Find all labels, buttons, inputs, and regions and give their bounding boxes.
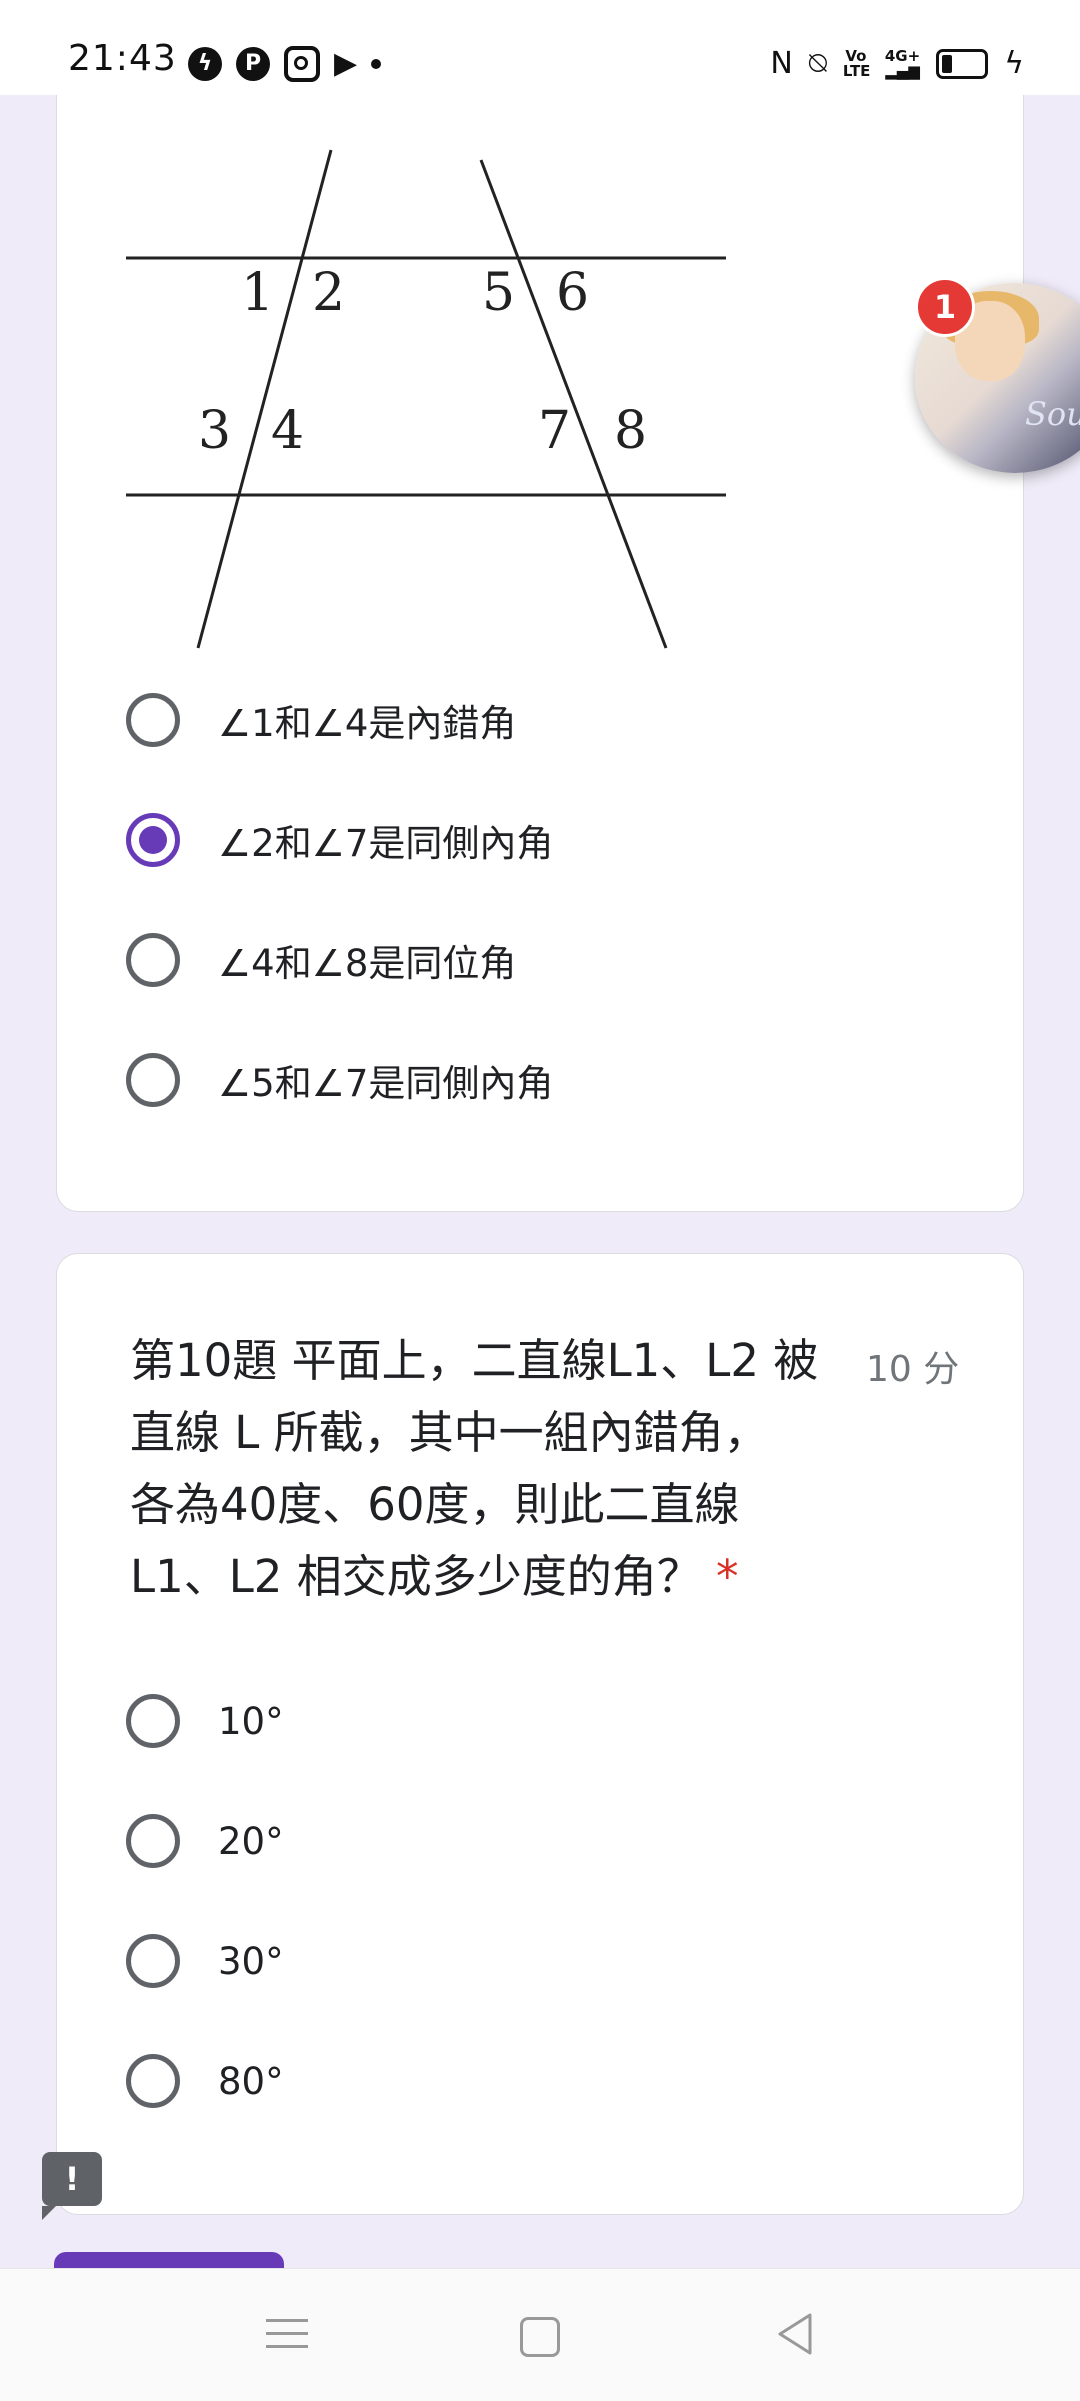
status-bar: 21:43 ϟ P ▶ N ⍉ Vo LTE 4G+ ▂▄▆ ϟ [0,0,1080,95]
avatar-image-text: Sou [1025,395,1080,433]
question-title-line-last: L1、L2 相交成多少度的角？ * [130,1550,739,1603]
angle-label-6: 6 [556,263,589,323]
angle-label-8: 8 [614,401,647,461]
question-title: 第10題 平面上，二直線L1、L2 被 直線 L 所截，其中一組內錯角， 各為4… [130,1325,830,1613]
radio-button[interactable] [126,693,180,747]
angle-label-3: 3 [198,401,231,461]
q9-option-4[interactable]: ∠5和∠7是同側內角 [126,1045,553,1115]
pinterest-icon: P [236,47,270,81]
option-label: ∠5和∠7是同側內角 [218,1062,554,1105]
radio-button[interactable] [126,1934,180,1988]
angle-label-5: 5 [482,263,515,323]
messenger-icon: ϟ [188,47,222,81]
system-icons: N ⍉ Vo LTE 4G+ ▂▄▆ ϟ [770,44,1024,84]
q10-option-1[interactable]: 10° [126,1686,284,1756]
radio-button[interactable] [126,1694,180,1748]
question-title-line: 直線 L 所截，其中一組內錯角， [130,1406,769,1459]
option-label: 80° [218,2059,284,2103]
option-label: 30° [218,1939,284,1983]
angle-label-4: 4 [271,401,304,461]
nfc-icon: N [770,46,793,81]
notification-icons: ϟ P ▶ [188,44,382,84]
option-label: 10° [218,1699,284,1743]
q10-option-4[interactable]: 80° [126,2046,284,2116]
radio-button[interactable] [126,933,180,987]
angle-label-1: 1 [241,263,274,323]
radio-button[interactable] [126,2054,180,2108]
battery-charging-icon [936,49,989,79]
question-title-line: 各為40度、60度，則此二直線 [130,1478,740,1531]
option-label: ∠2和∠7是同側內角 [218,822,554,865]
charging-bolt-icon: ϟ [1004,46,1024,81]
option-label: ∠4和∠8是同位角 [218,942,517,985]
navigation-bar [0,2268,1080,2401]
option-label: 20° [218,1819,284,1863]
notification-badge: 1 [915,277,975,337]
radio-button[interactable] [126,1814,180,1868]
volte-icon: Vo LTE [842,47,871,80]
question-title-line: 第10題 平面上，二直線L1、L2 被 [130,1334,819,1387]
recent-apps-icon[interactable] [262,2309,312,2359]
4g-signal-icon: 4G+ ▂▄▆ [884,47,921,80]
question-points: 10 分 [866,1349,960,1390]
vibrate-icon: ⍉ [808,46,827,81]
home-icon[interactable] [520,2317,560,2357]
parallel-lines-figure: 1 2 3 4 5 6 7 8 [126,149,726,649]
angle-label-7: 7 [538,401,571,461]
q10-option-2[interactable]: 20° [126,1806,284,1876]
radio-button-checked[interactable] [126,813,180,867]
instagram-icon [284,46,320,82]
option-label: ∠1和∠4是內錯角 [218,702,517,745]
play-icon: ▶ [334,46,358,81]
q9-option-3[interactable]: ∠4和∠8是同位角 [126,925,516,995]
feedback-icon[interactable]: ! [42,2152,102,2220]
transversal-left [196,149,333,649]
q10-option-3[interactable]: 30° [126,1926,284,1996]
dot-icon [371,59,382,69]
q9-option-1[interactable]: ∠1和∠4是內錯角 [126,685,516,755]
status-time: 21:43 [68,38,177,79]
angle-label-2: 2 [312,263,345,323]
required-asterisk: * [716,1550,739,1603]
back-icon[interactable] [772,2309,822,2359]
radio-button[interactable] [126,1053,180,1107]
q9-option-2[interactable]: ∠2和∠7是同側內角 [126,805,553,875]
